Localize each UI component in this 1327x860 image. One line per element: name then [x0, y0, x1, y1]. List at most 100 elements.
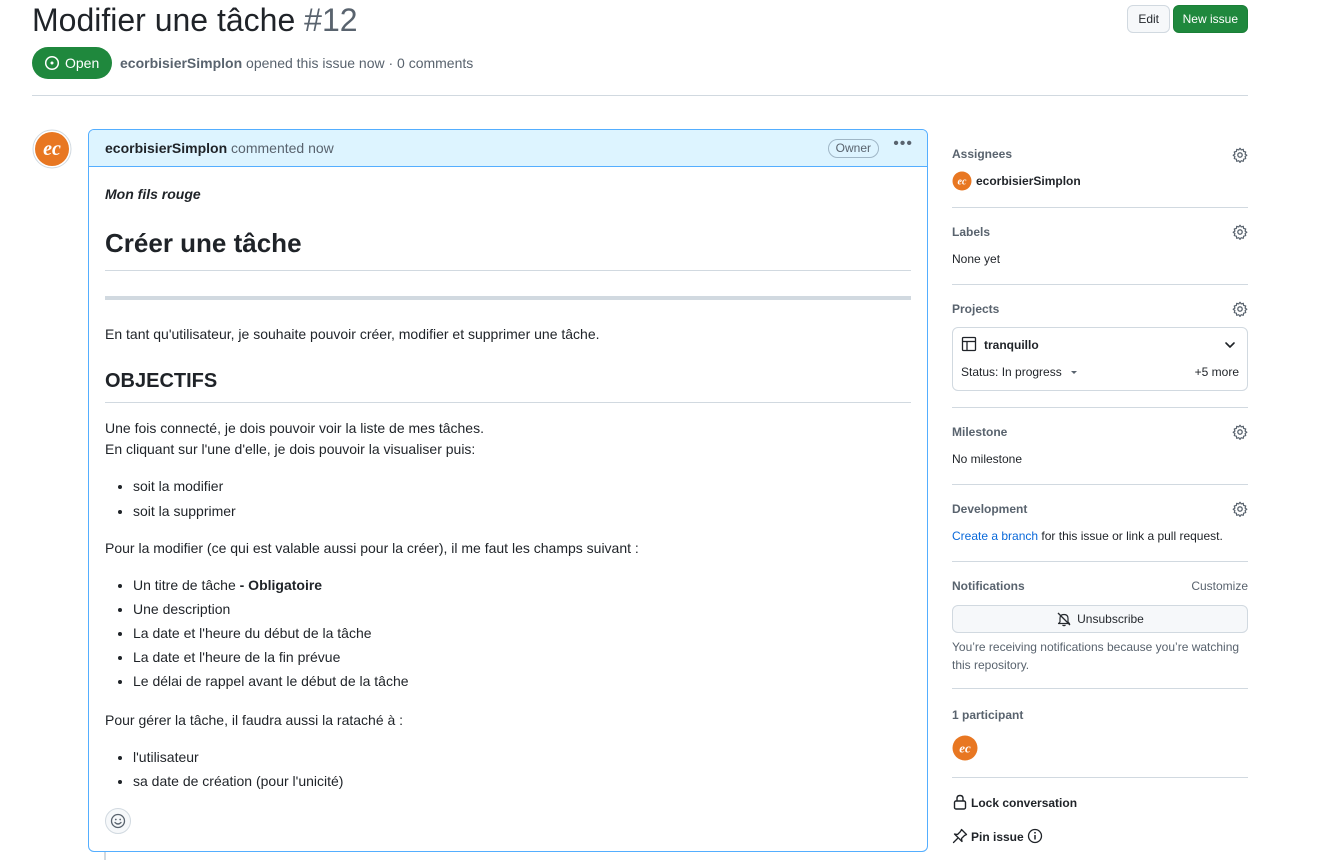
- project-more-link[interactable]: +5 more: [1195, 365, 1239, 379]
- milestone-value: No milestone: [952, 452, 1023, 466]
- development-section: Development Create a branch for this iss…: [952, 485, 1248, 562]
- pin-issue-label: Pin issue: [971, 830, 1024, 844]
- issue-sidebar: Assignees ec ecorbisierSimplon Labels No…: [952, 130, 1248, 846]
- fields-intro: Pour la modifier (ce qui est valable aus…: [105, 540, 639, 556]
- comment-byline: ecorbisierSimplon commented now: [105, 140, 334, 156]
- project-card: tranquillo Status: In progress +5 more: [952, 327, 1248, 391]
- notifications-title: Notifications: [952, 579, 1025, 593]
- milestone-title: Milestone: [952, 425, 1008, 439]
- assignee-avatar: ec: [952, 171, 972, 191]
- participant-avatar[interactable]: ec: [952, 735, 978, 761]
- list-item: Un titre de tâche - Obligatoire: [133, 575, 409, 596]
- gear-icon[interactable]: [1232, 501, 1248, 517]
- create-branch-link[interactable]: Create a branch: [952, 529, 1038, 543]
- list-item: Le délai de rappel avant le début de la …: [133, 671, 409, 692]
- issue-opened-icon: [44, 55, 60, 71]
- notifications-section: Notifications Customize Unsubscribe You’…: [952, 562, 1248, 689]
- fields-list: Un titre de tâche - Obligatoire Une desc…: [105, 575, 409, 692]
- pin-issue-row[interactable]: Pin issue: [952, 812, 1248, 846]
- assignees-title: Assignees: [952, 147, 1013, 161]
- list-item: soit la modifier: [133, 476, 236, 497]
- comment-heading: Créer une tâche: [105, 228, 911, 271]
- objectives-line-1: Une fois connecté, je dois pouvoir voir …: [105, 420, 484, 436]
- add-reaction-button[interactable]: [105, 808, 131, 834]
- list-item: La date et l'heure du début de la tâche: [133, 623, 409, 644]
- issue-state-badge: Open: [32, 47, 113, 79]
- unsubscribe-label: Unsubscribe: [1077, 612, 1144, 626]
- issue-meta: ecorbisierSimplon opened this issue now …: [120, 55, 473, 71]
- participants-section: 1 participant ec: [952, 689, 1248, 778]
- labels-title: Labels: [952, 225, 991, 239]
- new-issue-button[interactable]: New issue: [1172, 5, 1248, 33]
- list-item: sa date de création (pour l'unicité): [133, 771, 343, 792]
- list-item: l'utilisateur: [133, 747, 343, 768]
- owner-badge: Owner: [827, 139, 879, 158]
- development-rest: for this issue or link a pull request.: [1041, 529, 1223, 543]
- objectives-line-2: En cliquant sur l'une d'elle, je dois po…: [105, 441, 476, 457]
- notifications-note: You’re receiving notifications because y…: [952, 640, 1240, 672]
- svg-text:ec: ec: [959, 741, 971, 756]
- lock-conversation-row[interactable]: Lock conversation: [952, 778, 1248, 812]
- labels-section: Labels None yet: [952, 208, 1248, 285]
- triangle-down-icon: [1070, 371, 1077, 374]
- development-title: Development: [952, 502, 1028, 516]
- info-icon[interactable]: [1027, 828, 1043, 844]
- comment-timestamp[interactable]: commented now: [231, 140, 334, 156]
- svg-text:ec: ec: [43, 138, 61, 160]
- pin-icon: [952, 828, 968, 844]
- comment-subtitle: Mon fils rouge: [105, 186, 201, 202]
- table-icon: [961, 336, 977, 352]
- gear-icon[interactable]: [1232, 224, 1248, 240]
- actions-list: soit la modifier soit la supprimer: [105, 476, 236, 522]
- assignee-item[interactable]: ec ecorbisierSimplon: [952, 171, 1081, 191]
- projects-title: Projects: [952, 302, 1000, 316]
- assignee-name: ecorbisierSimplon: [976, 174, 1081, 188]
- milestone-section: Milestone No milestone: [952, 408, 1248, 485]
- timeline-line: [104, 852, 106, 860]
- edit-button[interactable]: Edit: [1127, 5, 1170, 33]
- issue-header: Modifier une tâche #12 Edit New issue Op…: [32, 0, 1248, 96]
- labels-value: None yet: [952, 252, 1001, 266]
- author-avatar[interactable]: ec: [32, 129, 72, 169]
- development-text: Create a branch for this issue or link a…: [952, 529, 1223, 543]
- customize-link[interactable]: Customize: [1191, 579, 1248, 593]
- manage-intro: Pour gérer la tâche, il faudra aussi la …: [105, 712, 404, 728]
- svg-text:ec: ec: [958, 177, 967, 188]
- issue-comment: ecorbisierSimplon commented now Owner ••…: [88, 129, 928, 852]
- list-item: Une description: [133, 599, 409, 620]
- gear-icon[interactable]: [1232, 147, 1248, 163]
- issue-number: #12: [304, 2, 358, 38]
- field-title-required: - Obligatoire: [239, 577, 323, 593]
- comment-heading-text: Créer une tâche: [105, 228, 302, 258]
- project-status: Status: In progress: [961, 365, 1062, 379]
- lock-icon: [953, 794, 967, 810]
- issue-author-link[interactable]: ecorbisierSimplon: [120, 55, 242, 71]
- comment-intro: En tant qu'utilisateur, je souhaite pouv…: [105, 326, 600, 342]
- manage-list: l'utilisateur sa date de création (pour …: [105, 747, 343, 792]
- gear-icon[interactable]: [1232, 301, 1248, 317]
- issue-meta-text: opened this issue now · 0 comments: [246, 55, 474, 71]
- chevron-down-icon[interactable]: [1223, 338, 1237, 352]
- field-title-text: Un titre de tâche: [133, 577, 236, 593]
- bell-slash-icon: [1057, 612, 1071, 627]
- list-item: soit la supprimer: [133, 501, 236, 522]
- objectives-heading: OBJECTIFS: [105, 370, 911, 403]
- issue-state-label: Open: [65, 55, 100, 71]
- lock-conversation-label: Lock conversation: [971, 796, 1078, 810]
- horizontal-rule: [105, 296, 911, 300]
- issue-title: Modifier une tâche #12: [32, 2, 358, 39]
- assignees-section: Assignees ec ecorbisierSimplon: [952, 130, 1248, 208]
- objectives-heading-text: OBJECTIFS: [105, 370, 218, 392]
- kebab-horizontal-icon[interactable]: •••: [893, 135, 913, 153]
- list-item: La date et l'heure de la fin prévue: [133, 647, 409, 668]
- gear-icon[interactable]: [1232, 424, 1248, 440]
- participants-title: 1 participant: [952, 708, 1024, 722]
- project-status-dropdown[interactable]: Status: In progress: [961, 365, 1080, 379]
- issue-title-text: Modifier une tâche: [32, 2, 296, 38]
- comment-author-link[interactable]: ecorbisierSimplon: [105, 140, 227, 156]
- unsubscribe-button[interactable]: Unsubscribe: [952, 605, 1248, 633]
- comment-header: ecorbisierSimplon commented now Owner ••…: [89, 130, 927, 167]
- smiley-icon: [110, 813, 126, 829]
- projects-section: Projects tranquillo Status: In progress …: [952, 285, 1248, 408]
- project-name[interactable]: tranquillo: [984, 338, 1039, 352]
